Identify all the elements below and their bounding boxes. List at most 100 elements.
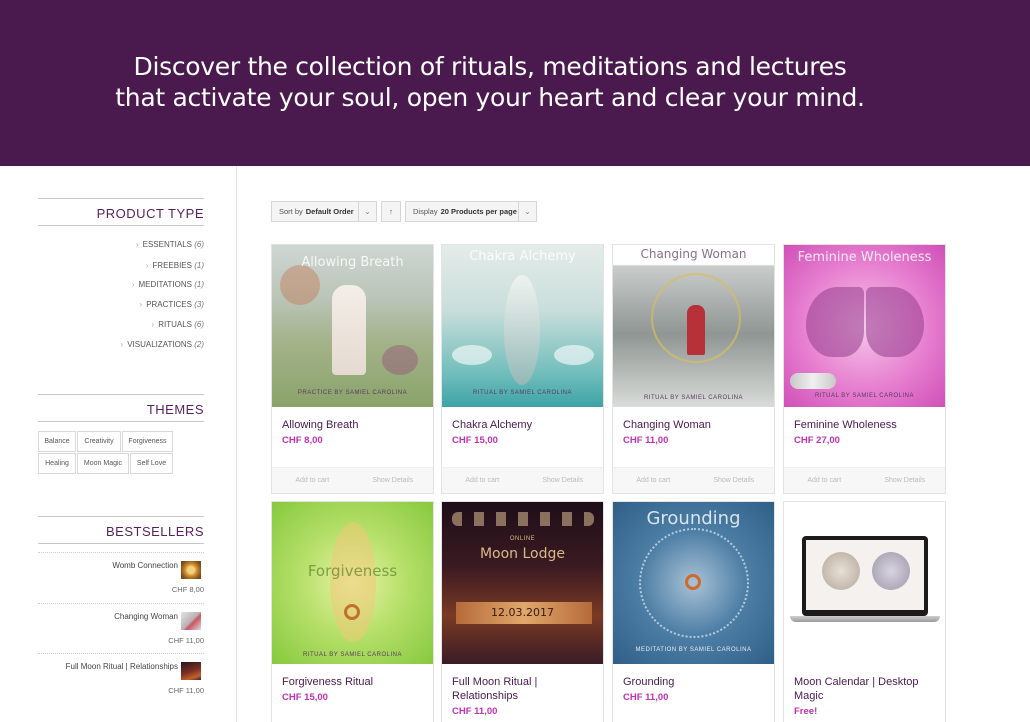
- product-image[interactable]: Allowing Breath PRACTICE BY SAMIEL CAROL…: [272, 245, 433, 407]
- product-card[interactable]: Moon Calendar | Desktop Magic Free!: [783, 501, 946, 722]
- product-image[interactable]: Grounding MEDITATION BY SAMIEL CAROLINA: [613, 502, 774, 664]
- bestseller-price: CHF 11,00: [168, 686, 204, 695]
- product-price: CHF 15,00: [452, 435, 498, 446]
- image-title: Feminine Wholeness: [797, 250, 932, 265]
- themes-title: THEMES: [38, 394, 204, 422]
- bestseller-name[interactable]: Full Moon Ritual | Relationships: [66, 662, 178, 671]
- bestseller-thumbnail[interactable]: [181, 662, 201, 680]
- tag-forgiveness[interactable]: Forgiveness: [122, 431, 173, 452]
- bestseller-thumbnail[interactable]: [181, 561, 201, 579]
- product-card[interactable]: Chakra Alchemy RITUAL BY SAMIEL CAROLINA…: [441, 244, 604, 494]
- bestseller-price: CHF 8,00: [171, 585, 204, 594]
- per-page-select[interactable]: Display 20 Products per page ⌄: [405, 201, 537, 222]
- product-type-title: PRODUCT TYPE: [38, 198, 204, 226]
- sort-select[interactable]: Sort by Default Order ⌄: [271, 201, 377, 222]
- arrow-up-icon: ↑: [389, 207, 393, 216]
- bestseller-item[interactable]: Changing Woman CHF 11,00: [38, 603, 204, 653]
- product-title[interactable]: Grounding: [623, 675, 768, 689]
- product-card[interactable]: Changing Woman RITUAL BY SAMIEL CAROLINA…: [612, 244, 775, 494]
- product-image[interactable]: Changing Woman RITUAL BY SAMIEL CAROLINA: [613, 245, 774, 407]
- laptop-image: [802, 536, 928, 616]
- show-details-button[interactable]: Show Details: [353, 477, 434, 484]
- bestseller-item[interactable]: Womb Connection CHF 8,00: [38, 552, 204, 602]
- product-card[interactable]: Forgiveness RITUAL BY SAMIEL CAROLINA Fo…: [271, 501, 434, 722]
- card-actions: Add to cart Show Details: [272, 467, 433, 493]
- add-to-cart-button[interactable]: Add to cart: [272, 477, 353, 484]
- product-price: Free!: [794, 706, 818, 717]
- show-details-button[interactable]: Show Details: [865, 477, 946, 484]
- product-card[interactable]: Allowing Breath PRACTICE BY SAMIEL CAROL…: [271, 244, 434, 494]
- product-image[interactable]: Chakra Alchemy RITUAL BY SAMIEL CAROLINA: [442, 245, 603, 407]
- add-to-cart-button[interactable]: Add to cart: [784, 477, 865, 484]
- bestsellers-title: BESTSELLERS: [38, 516, 204, 544]
- card-actions: Add to cart Show Details: [442, 467, 603, 493]
- image-title: Forgiveness: [307, 562, 398, 580]
- image-footer: RITUAL BY SAMIEL CAROLINA: [644, 395, 743, 401]
- category-link[interactable]: › FREEBIES (1): [146, 261, 204, 270]
- image-footer: MEDITATION BY SAMIEL CAROLINA: [635, 647, 752, 653]
- product-card[interactable]: Grounding MEDITATION BY SAMIEL CAROLINA …: [612, 501, 775, 722]
- product-title[interactable]: Full Moon Ritual | Relationships: [452, 675, 597, 703]
- add-to-cart-button[interactable]: Add to cart: [442, 477, 523, 484]
- product-price: CHF 11,00: [452, 706, 498, 717]
- product-title[interactable]: Moon Calendar | Desktop Magic: [794, 675, 939, 703]
- image-footer: RITUAL BY SAMIEL CAROLINA: [815, 393, 914, 399]
- product-card[interactable]: Feminine Wholeness RITUAL BY SAMIEL CARO…: [783, 244, 946, 494]
- sort-direction-button[interactable]: ↑: [381, 201, 401, 222]
- product-title[interactable]: Forgiveness Ritual: [282, 675, 427, 689]
- add-to-cart-button[interactable]: Add to cart: [613, 477, 694, 484]
- product-title[interactable]: Chakra Alchemy: [452, 418, 597, 432]
- tag-moon-magic[interactable]: Moon Magic: [77, 453, 129, 474]
- product-price: CHF 11,00: [623, 435, 669, 446]
- product-price: CHF 8,00: [282, 435, 323, 446]
- product-image[interactable]: Moon Lodge 12.03.2017 ONLINE: [442, 502, 603, 664]
- image-title: Moon Lodge: [479, 546, 566, 562]
- sort-label: Sort by: [279, 207, 303, 216]
- chevron-down-icon: ⌄: [358, 202, 376, 221]
- product-image[interactable]: [784, 502, 945, 664]
- hero-banner: Discover the collection of rituals, medi…: [0, 0, 1030, 166]
- image-footer: ONLINE: [509, 536, 536, 542]
- bestseller-name[interactable]: Womb Connection: [112, 561, 178, 570]
- sidebar-divider: [236, 166, 237, 722]
- product-price: CHF 11,00: [623, 692, 669, 703]
- image-footer: RITUAL BY SAMIEL CAROLINA: [303, 652, 402, 658]
- per-page-label: Display: [413, 207, 438, 216]
- per-page-value: 20 Products per page: [440, 207, 517, 216]
- product-card[interactable]: Moon Lodge 12.03.2017 ONLINE Full Moon R…: [441, 501, 604, 722]
- show-details-button[interactable]: Show Details: [694, 477, 775, 484]
- category-link[interactable]: › RITUALS (6): [152, 320, 204, 329]
- image-footer: PRACTICE BY SAMIEL CAROLINA: [297, 390, 408, 396]
- category-link[interactable]: › PRACTICES (3): [140, 300, 204, 309]
- product-title[interactable]: Changing Woman: [623, 418, 768, 432]
- category-link[interactable]: › MEDITATIONS (1): [132, 280, 204, 289]
- product-image[interactable]: Feminine Wholeness RITUAL BY SAMIEL CARO…: [784, 245, 945, 407]
- tag-healing[interactable]: Healing: [38, 453, 76, 474]
- hero-heading-line-2: that activate your soul, open your heart…: [115, 83, 865, 112]
- category-link[interactable]: › ESSENTIALS (6): [136, 240, 204, 249]
- card-actions: Add to cart Show Details: [784, 467, 945, 493]
- product-price: CHF 15,00: [282, 692, 328, 703]
- hero-heading-line-1: Discover the collection of rituals, medi…: [133, 52, 847, 81]
- bestseller-name[interactable]: Changing Woman: [114, 612, 178, 621]
- product-image[interactable]: Forgiveness RITUAL BY SAMIEL CAROLINA: [272, 502, 433, 664]
- bestseller-item[interactable]: Full Moon Ritual | Relationships CHF 11,…: [38, 653, 204, 703]
- image-date: 12.03.2017: [491, 606, 554, 619]
- product-title[interactable]: Allowing Breath: [282, 418, 427, 432]
- category-link[interactable]: › VISUALIZATIONS (2): [121, 340, 204, 349]
- tag-creativity[interactable]: Creativity: [77, 431, 121, 452]
- sort-value: Default Order: [305, 207, 354, 216]
- show-details-button[interactable]: Show Details: [523, 477, 604, 484]
- image-footer: RITUAL BY SAMIEL CAROLINA: [473, 390, 572, 396]
- product-price: CHF 27,00: [794, 435, 840, 446]
- product-title[interactable]: Feminine Wholeness: [794, 418, 939, 432]
- image-title: Grounding: [646, 508, 741, 529]
- bestseller-price: CHF 11,00: [168, 636, 204, 645]
- tag-balance[interactable]: Balance: [38, 431, 76, 452]
- image-title: Allowing Breath: [301, 255, 404, 270]
- tag-self-love[interactable]: Self Love: [130, 453, 173, 474]
- image-title: Chakra Alchemy: [469, 249, 576, 264]
- bestseller-thumbnail[interactable]: [181, 612, 201, 630]
- image-title: Changing Woman: [640, 247, 747, 261]
- card-actions: Add to cart Show Details: [613, 467, 774, 493]
